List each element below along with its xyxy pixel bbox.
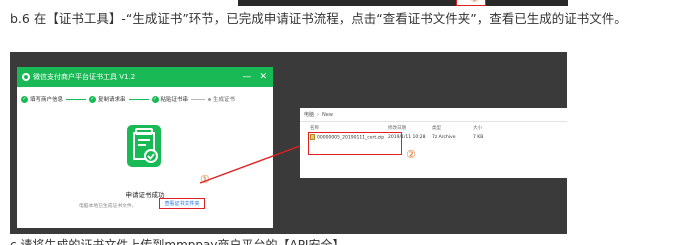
screenshot-area: 微信支付商户平台证书工具 V1.2 — ✕ ✓ 填写商户信息 ✓ 复制请求串 ✓… [10,52,567,234]
next-paragraph-fragment: c.请将生成的证书文件上传到mmppay商户平台的【API安全】 [10,238,345,245]
file-explorer-window: 电脑 › New 名称 修改日期 类型 大小 00000005_20190111… [300,108,567,178]
file-size: 7 KB [473,135,484,140]
instruction-paragraph: b.6 在【证书工具】-“生成证书”环节，已完成申请证书流程，点击“查看证书文件… [10,11,627,26]
previous-screenshot-strip: ① [0,0,687,6]
column-size[interactable]: 大小 [473,125,513,132]
annotation-marker-2: ② [406,148,416,161]
file-type: 7z Archive [432,135,456,140]
column-date[interactable]: 修改日期 [388,125,432,132]
file-highlight-box [308,132,402,155]
column-name[interactable]: 名称 [300,125,388,132]
explorer-column-headers: 名称 修改日期 类型 大小 [300,122,567,132]
previous-screenshot-edge [238,0,568,6]
explorer-breadcrumb[interactable]: 电脑 › New [300,108,567,122]
column-type[interactable]: 类型 [432,125,473,132]
previous-marker: ① [470,0,479,5]
